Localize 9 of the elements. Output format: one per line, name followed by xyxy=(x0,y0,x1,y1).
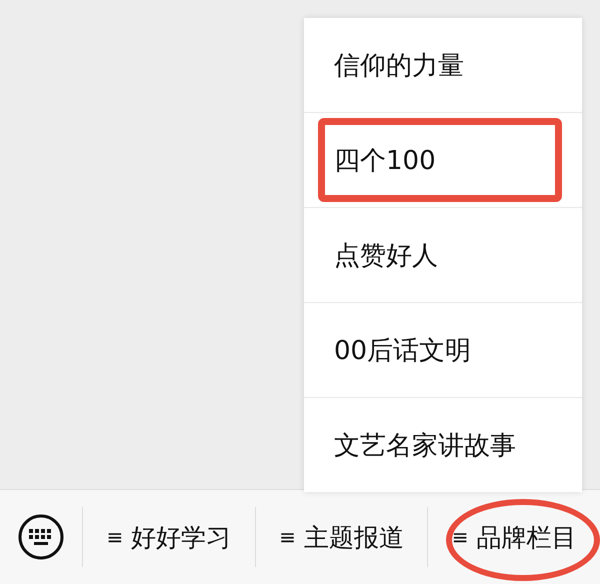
menu-item[interactable]: 点赞好人 xyxy=(334,238,438,272)
menu-item[interactable]: 四个100 xyxy=(334,142,436,178)
menu-item[interactable]: 信仰的力量 xyxy=(334,48,464,82)
menu-item[interactable]: 00后话文明 xyxy=(334,332,472,368)
menu-tab[interactable]: ≡ 主题报道 xyxy=(279,520,404,554)
menu-item[interactable]: 文艺名家讲故事 xyxy=(334,428,516,462)
menu-tab[interactable]: ≡ 品牌栏目 xyxy=(452,520,577,554)
keyboard-icon[interactable] xyxy=(18,514,64,560)
menu-tab[interactable]: ≡ 好好学习 xyxy=(106,520,232,554)
